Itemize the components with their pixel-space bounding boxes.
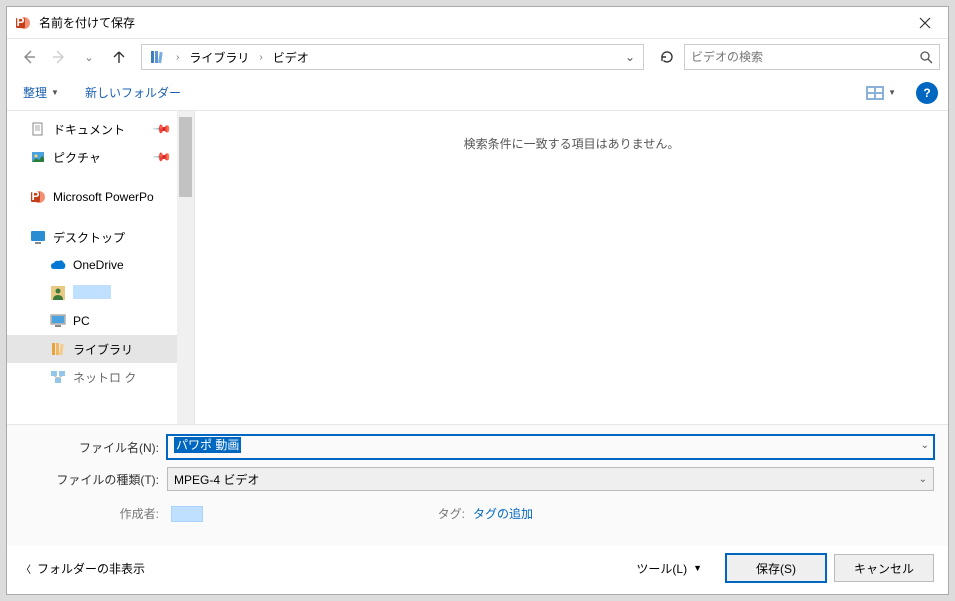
new-folder-label: 新しいフォルダー <box>85 84 181 101</box>
scrollbar-thumb[interactable] <box>179 117 192 197</box>
search-box[interactable] <box>684 44 940 70</box>
close-button[interactable] <box>902 7 948 38</box>
hide-folders-toggle[interactable]: 〈 フォルダーの非表示 <box>21 560 145 577</box>
toolbar: 整理 ▼ 新しいフォルダー ▼ ? <box>7 75 948 111</box>
help-button[interactable]: ? <box>916 82 938 104</box>
new-folder-button[interactable]: 新しいフォルダー <box>79 80 187 105</box>
filename-label: ファイル名(N): <box>21 439 167 456</box>
chevron-down-icon[interactable]: ⌄ <box>921 440 929 451</box>
thumbnails-icon <box>866 86 884 100</box>
author-value[interactable] <box>171 506 203 522</box>
pin-icon: 📌 <box>152 147 172 167</box>
svg-text:P: P <box>31 189 39 203</box>
breadcrumb-item[interactable]: ビデオ <box>269 47 313 68</box>
form-area: ファイル名(N): パワポ 動画 ⌄ ファイルの種類(T): MPEG-4 ビデ… <box>7 424 948 546</box>
filetype-value: MPEG-4 ビデオ <box>174 471 259 488</box>
filetype-select[interactable]: MPEG-4 ビデオ ⌄ <box>167 467 934 491</box>
tree-item-desktop[interactable]: デスクトップ <box>7 223 194 251</box>
tags-add-link[interactable]: タグの追加 <box>473 505 533 522</box>
chevron-down-icon: ▼ <box>888 88 896 97</box>
tree-label: Microsoft PowerPo <box>53 190 154 204</box>
author-label: 作成者: <box>21 505 167 522</box>
tags-label: タグ: <box>423 505 473 522</box>
address-bar[interactable]: › ライブラリ › ビデオ ⌄ <box>141 44 644 70</box>
back-button[interactable] <box>15 43 43 71</box>
chevron-down-icon: ▼ <box>693 563 702 573</box>
view-mode-button[interactable]: ▼ <box>862 84 900 102</box>
navigation-row: ⌄ › ライブラリ › ビデオ ⌄ <box>7 39 948 75</box>
organize-menu[interactable]: 整理 ▼ <box>17 80 65 105</box>
file-list-area: 検索条件に一致する項目はありません。 <box>195 111 948 424</box>
tools-label: ツール(L) <box>636 560 687 577</box>
powerpoint-app-icon: P <box>15 15 31 31</box>
tree-label: ネットロ ク <box>73 369 136 386</box>
tree-item-user[interactable] <box>7 279 194 307</box>
tree-item-onedrive[interactable]: OneDrive <box>7 251 194 279</box>
tree-label: ライブラリ <box>73 341 133 358</box>
chevron-down-icon: ▼ <box>51 88 59 97</box>
folder-tree[interactable]: ドキュメント 📌 ピクチャ 📌 P Microsoft PowerPo デスクト… <box>7 111 195 424</box>
search-input[interactable] <box>691 50 933 64</box>
tree-item-network[interactable]: ネットロ ク <box>7 363 194 391</box>
cancel-label: キャンセル <box>854 560 914 577</box>
library-icon <box>49 340 67 358</box>
address-dropdown[interactable]: ⌄ <box>619 47 641 67</box>
pictures-icon <box>29 148 47 166</box>
library-icon <box>148 48 166 66</box>
save-button[interactable]: 保存(S) <box>726 554 826 582</box>
tree-label <box>73 285 111 302</box>
desktop-icon <box>29 228 47 246</box>
chevron-down-icon: ⌄ <box>919 474 927 485</box>
recent-dropdown[interactable]: ⌄ <box>75 43 103 71</box>
dialog-title: 名前を付けて保存 <box>39 14 902 31</box>
tree-item-pictures[interactable]: ピクチャ 📌 <box>7 143 194 171</box>
tree-item-pc[interactable]: PC <box>7 307 194 335</box>
hide-folders-label: フォルダーの非表示 <box>37 560 145 577</box>
filename-input[interactable]: パワポ 動画 ⌄ <box>167 435 934 459</box>
tree-label: ピクチャ <box>53 149 101 166</box>
tree-label: デスクトップ <box>53 229 125 246</box>
chevron-up-icon: 〈 <box>21 561 31 576</box>
svg-text:P: P <box>16 15 24 29</box>
onedrive-icon <box>49 256 67 274</box>
chevron-right-icon: › <box>253 52 268 63</box>
filetype-label: ファイルの種類(T): <box>21 471 167 488</box>
up-button[interactable] <box>105 43 133 71</box>
user-icon <box>49 284 67 302</box>
cancel-button[interactable]: キャンセル <box>834 554 934 582</box>
empty-message: 検索条件に一致する項目はありません。 <box>464 135 680 152</box>
tree-label: OneDrive <box>73 258 124 272</box>
body: ドキュメント 📌 ピクチャ 📌 P Microsoft PowerPo デスクト… <box>7 111 948 424</box>
pc-icon <box>49 312 67 330</box>
tree-item-powerpoint[interactable]: P Microsoft PowerPo <box>7 183 194 211</box>
filename-value: パワポ 動画 <box>174 437 241 453</box>
breadcrumb-item[interactable]: ライブラリ <box>185 47 253 68</box>
tree-item-library[interactable]: ライブラリ <box>7 335 194 363</box>
network-icon <box>49 368 67 386</box>
chevron-right-icon: › <box>170 52 185 63</box>
tree-label: ドキュメント <box>53 121 125 138</box>
powerpoint-icon: P <box>29 188 47 206</box>
titlebar: P 名前を付けて保存 <box>7 7 948 39</box>
save-label: 保存(S) <box>756 560 796 577</box>
forward-button[interactable] <box>45 43 73 71</box>
tools-menu[interactable]: ツール(L) ▼ <box>636 560 702 577</box>
tree-item-documents[interactable]: ドキュメント 📌 <box>7 115 194 143</box>
tree-label: PC <box>73 314 90 328</box>
organize-label: 整理 <box>23 84 47 101</box>
pin-icon: 📌 <box>152 119 172 139</box>
document-icon <box>29 120 47 138</box>
search-icon <box>919 50 933 64</box>
refresh-button[interactable] <box>652 44 682 70</box>
save-as-dialog: P 名前を付けて保存 ⌄ › ライブラリ › ビデオ ⌄ <box>6 6 949 595</box>
footer: 〈 フォルダーの非表示 ツール(L) ▼ 保存(S) キャンセル <box>7 546 948 594</box>
tree-scrollbar[interactable] <box>177 111 194 424</box>
